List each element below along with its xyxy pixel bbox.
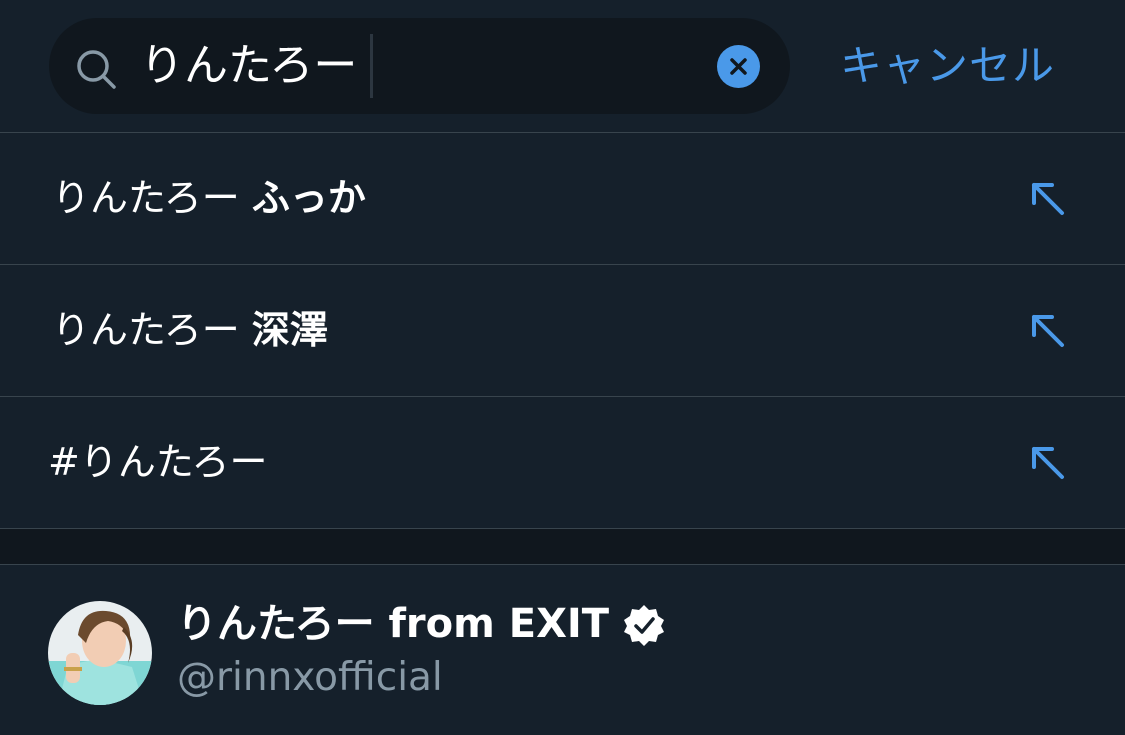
suggestion-item[interactable]: りんたろー 深澤 bbox=[0, 265, 1125, 396]
clear-search-button[interactable] bbox=[717, 45, 760, 88]
avatar[interactable] bbox=[48, 601, 152, 705]
search-header: りんたろー キャンセル bbox=[0, 0, 1125, 132]
search-input-value[interactable]: りんたろー bbox=[140, 36, 357, 96]
user-result[interactable]: りんたろー from EXIT @rinnxofficial bbox=[0, 565, 1125, 735]
suggestion-text: りんたろー ふっか bbox=[52, 168, 366, 228]
suggestion-prefix: #りんたろー bbox=[48, 440, 268, 484]
suggestion-item[interactable]: #りんたろー bbox=[0, 397, 1125, 528]
section-separator bbox=[0, 529, 1125, 564]
cancel-button[interactable]: キャンセル bbox=[840, 36, 1055, 96]
suggestion-prefix: りんたろー bbox=[52, 308, 252, 352]
suggestion-text: #りんたろー bbox=[48, 432, 268, 492]
verified-badge-icon bbox=[622, 603, 666, 647]
suggestion-completion: 深澤 bbox=[251, 308, 328, 352]
user-handle: @rinnxofficial bbox=[177, 655, 443, 700]
user-display-name: りんたろー from EXIT bbox=[177, 601, 610, 647]
clear-icon bbox=[730, 58, 747, 75]
search-icon bbox=[74, 47, 118, 91]
arrow-up-left-icon[interactable] bbox=[1026, 441, 1070, 485]
suggestion-text: りんたろー 深澤 bbox=[52, 300, 328, 360]
search-screen: りんたろー キャンセル りんたろー ふっか りんたろー 深澤 #りんたろー りん… bbox=[0, 0, 1125, 735]
suggestion-prefix: りんたろー bbox=[52, 176, 252, 220]
arrow-up-left-icon[interactable] bbox=[1026, 309, 1070, 353]
suggestion-completion: ふっか bbox=[251, 176, 366, 220]
suggestion-item[interactable]: りんたろー ふっか bbox=[0, 133, 1125, 264]
arrow-up-left-icon[interactable] bbox=[1026, 177, 1070, 221]
text-cursor bbox=[370, 34, 373, 98]
